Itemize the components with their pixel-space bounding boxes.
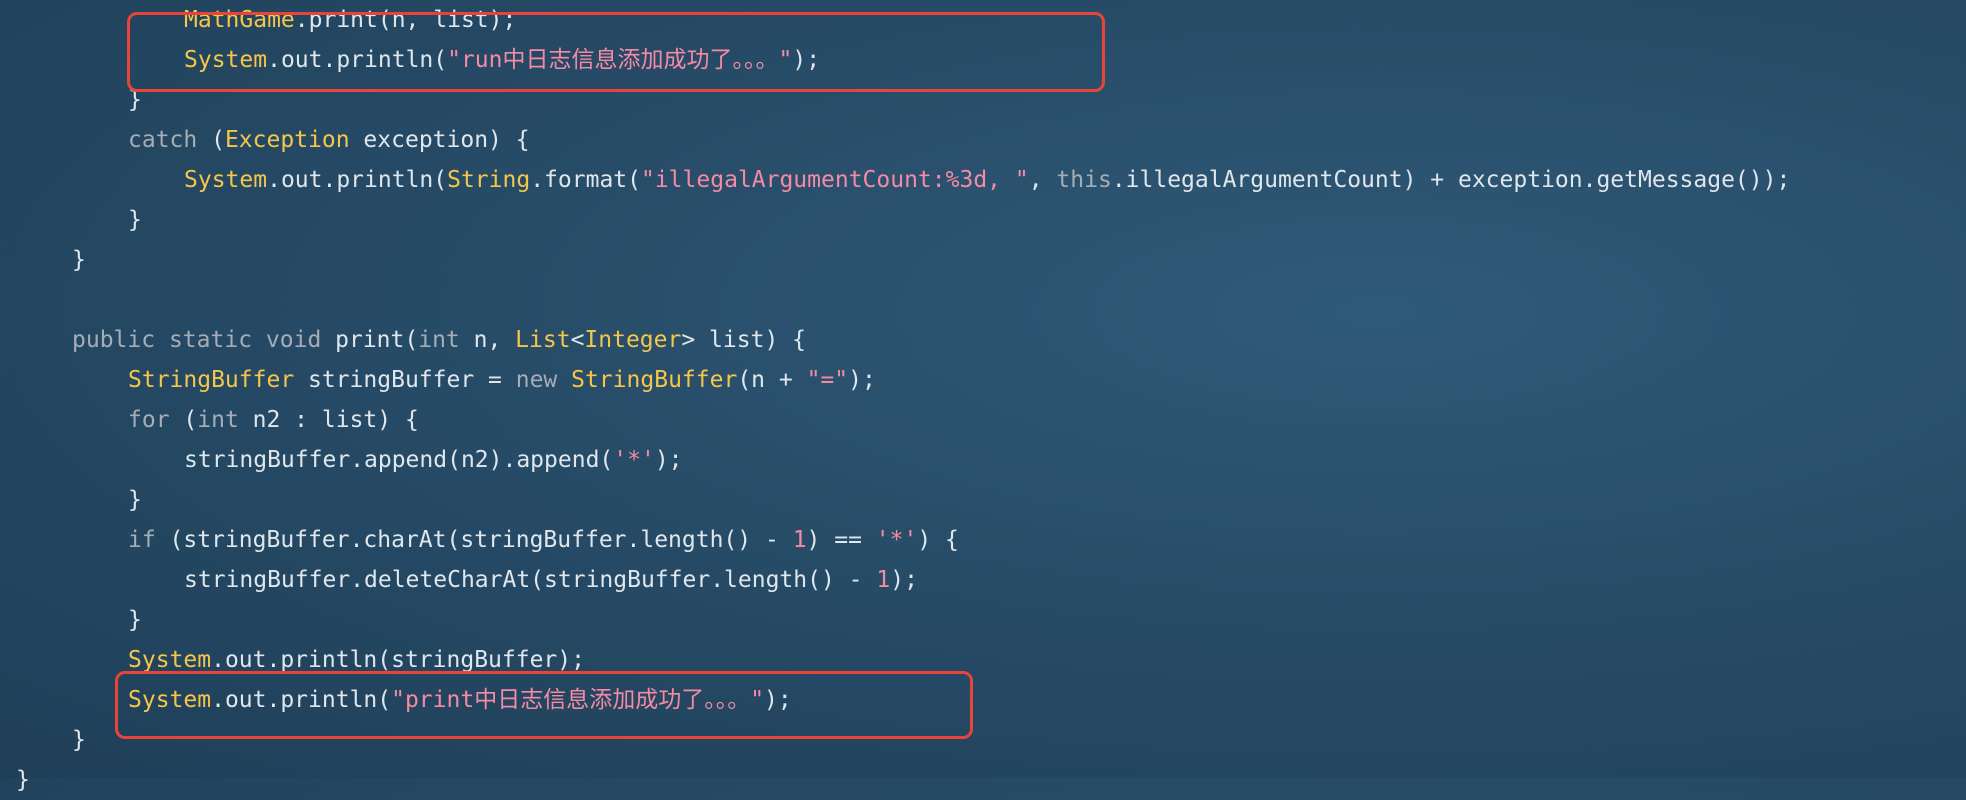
code-token: exception) {	[349, 127, 530, 153]
code-token: StringBuffer	[571, 367, 738, 393]
code-token: String	[447, 167, 531, 193]
code-token: (	[197, 127, 225, 153]
code-token: '*'	[613, 447, 655, 473]
code-token: ,	[1028, 167, 1057, 193]
code-token: }	[128, 607, 142, 633]
code-token: 1	[876, 567, 891, 593]
code-token: if	[128, 527, 156, 553]
code-token: }	[128, 207, 142, 233]
code-token: System	[128, 647, 212, 673]
code-token: n,	[459, 327, 516, 353]
code-token: (	[169, 407, 198, 433]
code-token: static	[168, 327, 253, 353]
code-token: n2 : list) {	[238, 407, 419, 433]
code-token: );	[848, 367, 876, 393]
code-token: stringBuffer.append(n2).append(	[184, 447, 614, 473]
code-line: }	[72, 240, 86, 280]
code-token: .illegalArgumentCount) + exception.getMe…	[1111, 167, 1791, 193]
code-line: }	[128, 200, 142, 240]
code-line: }	[128, 480, 142, 520]
code-token: print(	[321, 327, 419, 353]
code-line: public static void print(int n, List<Int…	[72, 320, 806, 360]
code-token: stringBuffer.deleteCharAt(stringBuffer.l…	[184, 567, 877, 593]
code-line: for (int n2 : list) {	[128, 400, 419, 440]
code-token: > list) {	[681, 327, 806, 353]
code-token: }	[72, 727, 86, 753]
code-line: System.out.println(String.format("illega…	[184, 160, 1790, 200]
code-line: stringBuffer.append(n2).append('*');	[184, 440, 683, 480]
code-token: void	[265, 327, 322, 353]
code-token: '*'	[875, 527, 918, 553]
code-token: ) ==	[806, 527, 876, 553]
code-token: Integer	[584, 327, 682, 353]
code-editor: MathGame.print(n, list); System.out.print…	[0, 0, 1966, 793]
code-line: if (stringBuffer.charAt(stringBuffer.len…	[128, 520, 959, 560]
code-token: "="	[806, 367, 849, 393]
code-token: System	[184, 167, 268, 193]
code-token: );	[890, 567, 918, 593]
code-token: stringBuffer =	[294, 367, 516, 393]
code-line: catch (Exception exception) {	[128, 120, 530, 160]
code-token: .format(	[530, 167, 641, 193]
code-token: }	[16, 767, 30, 793]
code-token: List	[515, 327, 571, 353]
code-token: Exception	[224, 127, 350, 153]
code-token: public	[72, 327, 156, 353]
code-line: stringBuffer.deleteCharAt(stringBuffer.l…	[184, 560, 918, 600]
code-token: StringBuffer	[128, 367, 295, 393]
code-token: int	[197, 407, 239, 433]
code-line: }	[16, 760, 30, 800]
code-token: int	[418, 327, 460, 353]
code-token: );	[654, 447, 683, 473]
code-token: (n +	[737, 367, 807, 393]
code-token: "illegalArgumentCount:%3d, "	[640, 167, 1029, 193]
code-token: }	[128, 487, 142, 513]
code-token: .out.println(	[267, 167, 448, 193]
code-token: this	[1056, 167, 1112, 193]
highlight-box-print-log	[115, 671, 973, 739]
code-token: new	[515, 367, 558, 393]
code-token: ) {	[917, 527, 959, 553]
code-token: 1	[792, 527, 807, 553]
code-token: }	[72, 247, 86, 273]
code-line: }	[72, 720, 86, 760]
code-token: .out.println(stringBuffer);	[211, 647, 585, 673]
code-line: StringBuffer stringBuffer = new StringBu…	[128, 360, 876, 400]
code-token: catch	[128, 127, 198, 153]
highlight-box-run-log	[127, 12, 1105, 92]
code-line: }	[128, 600, 142, 640]
code-token: <	[570, 327, 585, 353]
code-token: (stringBuffer.charAt(stringBuffer.length…	[155, 527, 793, 553]
code-token: for	[128, 407, 170, 433]
